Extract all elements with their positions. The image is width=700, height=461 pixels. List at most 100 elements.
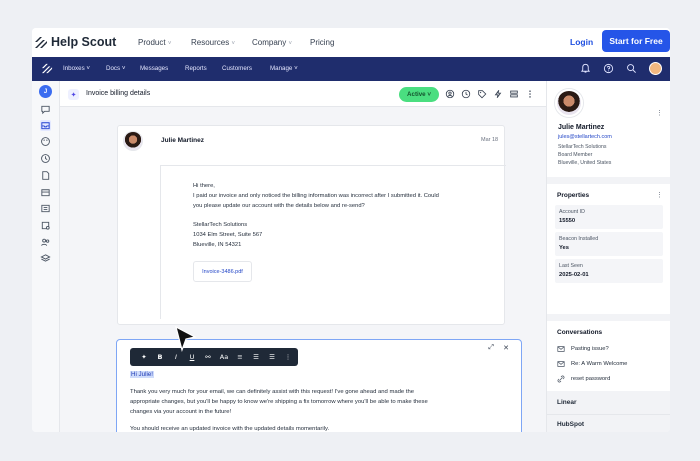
chat-icon[interactable] [40, 104, 51, 115]
property-value: Yes [559, 245, 569, 251]
expand-icon[interactable]: ⤢ [488, 344, 494, 352]
status-dropdown[interactable]: Active ˅ [399, 87, 439, 102]
align-icon[interactable]: ≡ [232, 353, 248, 361]
conversations-section: Conversations Pasting issue? Re: A Warm … [547, 321, 670, 391]
conversation-main: ✦ Invoice billing details Active ˅ Julie… [60, 81, 546, 432]
app-header: Inboxes ˅ Docs ˅ Messages Reports Custom… [32, 57, 670, 81]
search-icon[interactable] [626, 63, 637, 74]
property-label: Account ID [559, 209, 585, 215]
left-sidebar: J [32, 81, 60, 432]
nav-docs[interactable]: Docs ˅ [106, 65, 125, 72]
text-size-button[interactable]: Aa [216, 353, 232, 361]
property-label: Beacon Installed [559, 236, 599, 242]
marketing-nav: Help Scout Product ˅ Resources ˅ Company… [32, 28, 670, 58]
conversation-link[interactable]: Re: A Warm Welcome [557, 360, 627, 368]
archive-icon[interactable] [40, 187, 51, 198]
conversation-subject: Re: A Warm Welcome [571, 361, 628, 367]
brand-name: Help Scout [51, 35, 117, 49]
mail-icon [557, 346, 565, 352]
bolt-icon[interactable] [493, 89, 503, 99]
ai-assist-icon[interactable]: ✦ [136, 353, 152, 361]
underline-button[interactable]: U [184, 353, 200, 361]
reply-line: appropriate changes, but you'll be happy… [130, 399, 428, 405]
clock-icon[interactable] [461, 89, 471, 99]
clock-icon[interactable] [40, 153, 51, 164]
start-for-free-button[interactable]: Start for Free [602, 30, 670, 52]
bold-button[interactable]: B [152, 353, 168, 361]
message-line: 1034 Elm Street, Suite 567 [193, 232, 263, 238]
message-line: you please update our account with the d… [193, 203, 365, 209]
properties-section: Properties ⋮ Account ID 15550 Beacon Ins… [547, 184, 670, 314]
property-label: Last Seen [559, 263, 583, 269]
conversation-link[interactable]: reset password [557, 375, 610, 383]
reply-line: changes via your account in the future! [130, 409, 232, 415]
property-value: 15550 [559, 218, 576, 224]
conversation-link[interactable]: Pasting issue? [557, 345, 609, 353]
profile-avatar [555, 89, 583, 117]
login-link[interactable]: Login [570, 37, 593, 47]
property-value: 2025-02-01 [559, 272, 589, 278]
nav-messages[interactable]: Messages [140, 65, 168, 72]
attachment-link[interactable]: Invoice-3486.pdf [193, 261, 252, 282]
app-logo-icon[interactable] [41, 63, 53, 74]
divider [547, 414, 670, 415]
assign-user-icon[interactable] [445, 89, 455, 99]
link-icon[interactable]: ⚯ [200, 353, 216, 361]
numbered-list-icon[interactable]: ☰ [264, 353, 280, 361]
layers-icon[interactable] [509, 89, 519, 99]
nav-manage[interactable]: Manage ˅ [270, 65, 298, 72]
conversation-subject: reset password [571, 376, 611, 382]
close-icon[interactable]: ✕ [503, 344, 509, 352]
user-avatar[interactable] [649, 62, 662, 75]
profile-company: StellarTech Solutions [558, 144, 607, 150]
profile-role: Board Member [558, 152, 593, 158]
message-body: Hi there, I paid our invoice and only no… [160, 165, 506, 319]
nav-reports[interactable]: Reports [185, 65, 207, 72]
message-line: Hi there, [193, 183, 215, 189]
bell-icon[interactable] [580, 63, 591, 74]
reply-greeting: Hi Julie! [130, 371, 155, 378]
property-account-id: Account ID 15550 [555, 205, 663, 229]
more-icon[interactable] [525, 89, 535, 99]
property-last-seen: Last Seen 2025-02-01 [555, 259, 663, 283]
list-icon[interactable] [40, 203, 51, 214]
layers-icon[interactable] [40, 253, 51, 264]
reply-line: Thank you very much for your email, we c… [130, 389, 415, 395]
nav-company[interactable]: Company ˅ [252, 38, 292, 47]
nav-inboxes[interactable]: Inboxes ˅ [63, 65, 90, 72]
customer-avatar [123, 131, 143, 151]
help-scout-logo[interactable]: Help Scout [34, 35, 116, 49]
conversation-header: ✦ Invoice billing details Active ˅ [60, 81, 546, 107]
badge-icon[interactable] [40, 220, 51, 231]
bullet-list-icon[interactable]: ☰ [248, 353, 264, 361]
help-scout-logo-icon [35, 36, 47, 48]
properties-more-icon[interactable]: ⋮ [656, 191, 663, 199]
cursor-icon [175, 326, 197, 352]
customer-message: Julie Martinez Mar 18 Hi there, I paid o… [117, 125, 506, 325]
help-icon[interactable] [603, 63, 614, 74]
user-initial-badge[interactable]: J [39, 85, 52, 98]
sparkle-icon[interactable]: ✦ [68, 89, 79, 100]
profile-location: Blueville, United States [558, 160, 612, 166]
nav-pricing[interactable]: Pricing [310, 38, 334, 47]
integration-linear[interactable]: Linear [557, 399, 577, 406]
team-icon[interactable] [40, 237, 51, 248]
reply-editor[interactable]: ⤢ ✕ ✦ B I U ⚯ Aa ≡ ☰ ☰ ⋮ Hi Julie! Thank… [116, 339, 522, 432]
message-line: Blueville, IN 54321 [193, 242, 242, 248]
palette-icon[interactable] [40, 136, 51, 147]
nav-product[interactable]: Product ˅ [138, 38, 171, 47]
nav-resources[interactable]: Resources ˅ [191, 38, 235, 47]
customer-profile: ⋮ Julie Martinez jules@stellartech.com S… [547, 81, 670, 177]
inbox-icon[interactable] [40, 120, 51, 131]
italic-button[interactable]: I [168, 353, 184, 361]
nav-customers[interactable]: Customers [222, 65, 252, 72]
tag-icon[interactable] [477, 89, 487, 99]
app-window: Help Scout Product ˅ Resources ˅ Company… [32, 28, 670, 432]
profile-more-icon[interactable]: ⋮ [656, 109, 663, 117]
more-options-icon[interactable]: ⋮ [280, 353, 296, 361]
conversation-subject: Pasting issue? [571, 346, 609, 352]
conversation-title: Invoice billing details [86, 90, 151, 97]
integration-hubspot[interactable]: HubSpot [557, 421, 584, 428]
profile-email[interactable]: jules@stellartech.com [558, 134, 612, 140]
document-icon[interactable] [40, 170, 51, 181]
